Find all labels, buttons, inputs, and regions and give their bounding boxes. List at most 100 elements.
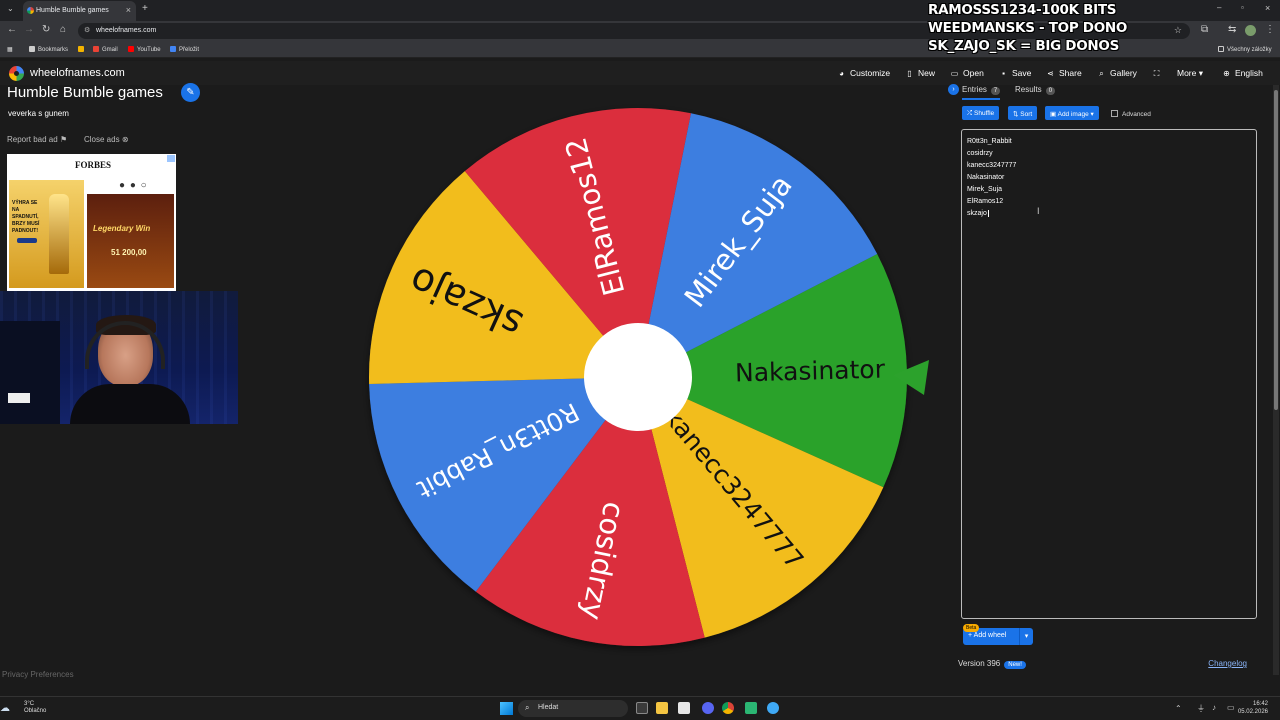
extensions-icon[interactable]: ⧉	[1201, 24, 1208, 35]
clock[interactable]: 16:42 05.02.2026	[1238, 700, 1268, 716]
discord-icon[interactable]	[702, 702, 714, 714]
bookmark-youtube[interactable]: YouTube	[128, 46, 161, 53]
close-window-icon[interactable]: ×	[1265, 3, 1270, 13]
profile-avatar[interactable]	[1245, 25, 1256, 36]
share-icon: ⋖	[1047, 69, 1054, 78]
advanced-checkbox[interactable]: Advanced	[1111, 110, 1151, 118]
calendar-icon[interactable]	[678, 702, 690, 714]
entry-line: kanecc3247777	[967, 162, 1017, 169]
home-icon[interactable]: ⌂	[60, 24, 66, 35]
forward-icon[interactable]: →	[24, 24, 34, 35]
wheel-center-hub[interactable]	[584, 323, 692, 431]
overlay-line: WEEDMANSKS - TOP DONO	[928, 20, 1128, 36]
new-tab-icon[interactable]: +	[142, 3, 148, 14]
browser-tab[interactable]: Humble Bumble games ×	[23, 1, 136, 21]
bookmark-gmail[interactable]	[78, 46, 87, 53]
entry-line: R0tt3n_Rabbit	[967, 138, 1012, 145]
sort-button[interactable]: ⇅ Sort	[1008, 106, 1038, 120]
volume-icon[interactable]: ♪	[1212, 703, 1216, 712]
weather-widget[interactable]: 3°C Oblačno	[24, 701, 46, 715]
add-image-button[interactable]: ▣ Add image ▾	[1045, 106, 1099, 120]
battery-icon[interactable]: ▭	[1227, 703, 1235, 712]
entry-line: ElRamos12	[967, 198, 1004, 205]
collapse-sidebar-icon[interactable]: ›	[948, 84, 959, 95]
entries-count: 7	[990, 87, 1001, 95]
more-menu-button[interactable]: More ▾	[1177, 68, 1203, 79]
fullscreen-button[interactable]: ⛶	[1152, 68, 1165, 79]
add-wheel-dropdown-icon[interactable]: ▾	[1019, 628, 1033, 645]
entries-sidebar: › Entries 7 Results 0 ⤮ Shuffle ⇅ Sort ▣ A…	[948, 84, 1272, 675]
changelog-link[interactable]: Changelog	[1208, 659, 1247, 668]
app-header: wheelofnames.com ◕ Customize ▯ New ▭ Open ▪…	[0, 61, 1280, 85]
wheel[interactable]: Nakasinatorkanecc3247777cosidrzyR0tt3n_R…	[0, 85, 950, 685]
translate-icon	[170, 46, 176, 52]
results-count: 0	[1045, 87, 1056, 95]
customize-button[interactable]: ◕ Customize	[837, 68, 890, 78]
version-label: Version 396 New!	[958, 659, 1026, 669]
gallery-button[interactable]: ⌕ Gallery	[1097, 68, 1137, 79]
entry-line: skzajo	[967, 210, 989, 217]
site-info-icon[interactable]: ⚙	[84, 26, 90, 34]
share-button[interactable]: ⋖ Share	[1046, 68, 1082, 78]
entry-line: Nakasinator	[967, 174, 1005, 181]
shuffle-button[interactable]: ⤮ Shuffle	[962, 106, 1000, 120]
star-icon	[29, 46, 35, 52]
checkbox-icon	[1111, 110, 1118, 117]
search-icon: ⌕	[1099, 69, 1104, 78]
dropdown-arrow-icon: ▾	[1090, 111, 1094, 118]
minimize-icon[interactable]: –	[1217, 3, 1221, 12]
folder-open-icon: ▭	[950, 69, 959, 78]
youtube-icon	[128, 46, 134, 52]
save-button[interactable]: ▪ Save	[999, 68, 1031, 78]
reload-icon[interactable]: ↻	[42, 24, 50, 35]
new-badge: New!	[1004, 661, 1026, 669]
bookmark-translate[interactable]: Přeložit	[170, 46, 199, 53]
tab-results[interactable]: Results 0	[1015, 85, 1056, 95]
plus-icon: +	[968, 632, 973, 639]
tray-chevron-icon[interactable]: ⌃	[1175, 704, 1182, 713]
sidebar-tabs: › Entries 7 Results 0	[948, 84, 1272, 100]
app-icon[interactable]	[745, 702, 757, 714]
bookmark-star-icon[interactable]: ☆	[1174, 25, 1182, 36]
apps-grid-icon[interactable]: ▦	[7, 46, 13, 53]
sidepanel-icon[interactable]: ⇆	[1228, 24, 1236, 35]
search-icon: ⌕	[525, 703, 530, 712]
folder-icon	[1218, 46, 1224, 52]
text-cursor	[987, 210, 989, 217]
maximize-icon[interactable]: ▫	[1241, 3, 1244, 12]
close-tab-icon[interactable]: ×	[126, 5, 131, 15]
wheel-slice-label: Nakasinator	[735, 355, 886, 388]
palette-icon: ◕	[839, 69, 844, 78]
language-button[interactable]: ⊕ English	[1222, 68, 1263, 78]
new-file-icon: ▯	[907, 69, 912, 78]
open-button[interactable]: ▭ Open	[950, 68, 984, 78]
brand-name[interactable]: wheelofnames.com	[30, 67, 125, 79]
wheel-logo-icon[interactable]	[9, 66, 24, 81]
all-bookmarks[interactable]: Všechny záložky	[1218, 46, 1272, 53]
windows-taskbar: ☁ 3°C Oblačno ⌕ Hledat ⌃ ⏚ ♪ ▭ 16:42 05.…	[0, 696, 1280, 720]
file-explorer-icon[interactable]	[656, 702, 668, 714]
tab-search-icon[interactable]: ⌄	[7, 4, 14, 13]
back-icon[interactable]: ←	[7, 24, 17, 35]
tab-entries[interactable]: Entries 7	[962, 85, 1001, 100]
scrollbar-thumb[interactable]	[1274, 90, 1278, 410]
bookmark-bookmarks[interactable]: Bookmarks	[29, 46, 68, 53]
browser-app-icon[interactable]	[767, 702, 779, 714]
entries-textarea[interactable]: R0tt3n_Rabbit cosidrzy kanecc3247777 Nak…	[961, 129, 1257, 619]
windows-start-icon[interactable]	[500, 702, 513, 715]
network-icon[interactable]: ⏚	[1197, 703, 1205, 714]
overlay-line: SK_ZAJO_SK = BIG DONOS	[928, 38, 1119, 54]
browser-tab-title: Humble Bumble games	[36, 7, 109, 14]
chrome-menu-icon[interactable]: ⋮	[1265, 24, 1275, 35]
chrome-icon[interactable]	[722, 702, 734, 714]
bookmark-gmail-label[interactable]: Gmail	[93, 46, 118, 53]
task-view-icon[interactable]	[636, 702, 648, 714]
beta-badge: Beta	[963, 624, 980, 632]
new-button[interactable]: ▯ New	[905, 68, 935, 78]
page-scrollbar[interactable]	[1273, 85, 1279, 675]
gmail-logo-icon	[93, 46, 99, 52]
shuffle-icon: ⤮	[967, 110, 973, 117]
taskbar-search[interactable]: ⌕ Hledat	[518, 700, 628, 717]
dropdown-arrow-icon: ▾	[1198, 68, 1204, 78]
sort-icon: ⇅	[1013, 111, 1019, 118]
